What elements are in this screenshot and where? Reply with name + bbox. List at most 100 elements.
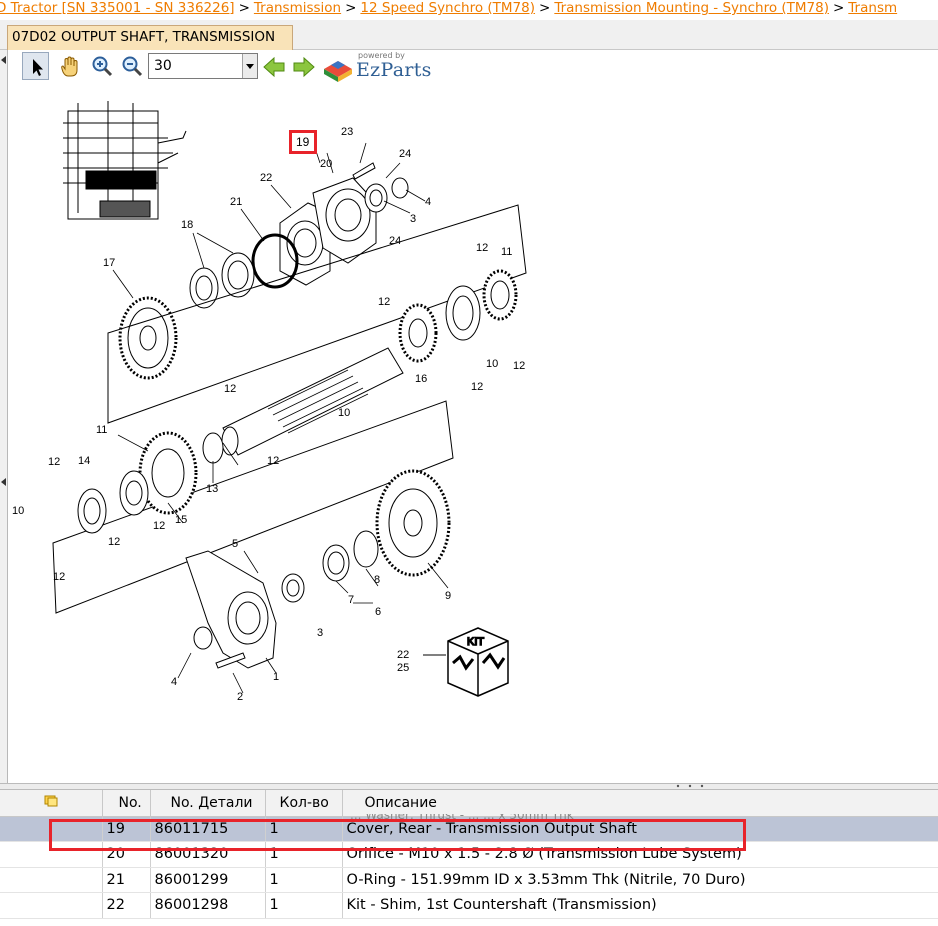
row-qty: 1 — [265, 892, 343, 919]
locator-thumbnail — [63, 101, 187, 220]
column-header-description[interactable]: Описание — [342, 790, 938, 817]
callout-12i[interactable]: 12 — [153, 520, 165, 532]
row-no: 20 — [102, 841, 151, 868]
callout-5[interactable]: 5 — [232, 538, 238, 550]
callout-4[interactable]: 4 — [425, 196, 431, 208]
pane-splitter[interactable] — [0, 783, 938, 790]
callout-4b[interactable]: 4 — [171, 676, 177, 688]
tab-output-shaft[interactable]: 07D02 OUTPUT SHAFT, TRANSMISSION — [7, 25, 293, 50]
callout-14[interactable]: 13 — [206, 483, 218, 495]
collapse-left-icon[interactable] — [1, 478, 6, 486]
callout-25[interactable]: 25 — [397, 662, 409, 674]
rear-cover-assembly — [279, 162, 409, 286]
callout-10b[interactable]: 12 — [48, 456, 60, 468]
zoom-out-icon — [122, 56, 143, 77]
synchro-10-11 — [445, 269, 518, 341]
table-header-row: No. No. Детали Кол-во Описание — [0, 790, 938, 817]
callout-2[interactable]: 2 — [237, 691, 243, 703]
callout-21[interactable]: 21 — [230, 196, 242, 208]
table-row[interactable]: 20 86001320 1 Orifice - M10 x 1.5 - 2.8 … — [0, 841, 938, 868]
callout-24b[interactable]: 24 — [389, 235, 401, 247]
callout-10a[interactable]: 10 — [486, 358, 498, 370]
splitter-grip-icon — [676, 784, 704, 788]
housing-1 — [185, 550, 277, 669]
breadcrumb-separator: > — [238, 0, 250, 16]
collapse-left-icon[interactable] — [1, 56, 6, 64]
row-qty: 1 — [265, 841, 343, 868]
bearing-18 — [189, 252, 255, 309]
table-row[interactable]: 21 86001299 1 O-Ring - 151.99mm ID x 3.5… — [0, 867, 938, 893]
callout-9[interactable]: 9 — [445, 590, 451, 602]
callout-23[interactable]: 23 — [341, 126, 353, 138]
select-tool-button[interactable] — [22, 52, 49, 80]
ezparts-name: EzParts — [356, 59, 432, 81]
pointer-icon — [33, 59, 43, 76]
left-collapse-bar[interactable] — [0, 50, 8, 785]
column-header-qty[interactable]: Кол-во — [265, 790, 343, 817]
viewer-toolbar: 30 powered by EzParts — [8, 50, 938, 83]
gear-17 — [118, 296, 178, 380]
breadcrumb-separator: > — [345, 0, 357, 16]
callout-12b[interactable]: 12 — [378, 296, 390, 308]
breadcrumb-separator: > — [832, 0, 845, 16]
callout-22b[interactable]: 22 — [397, 649, 409, 661]
callout-13[interactable]: 11 — [96, 424, 107, 436]
previous-button[interactable] — [260, 52, 287, 80]
row-description: Kit - Shim, 1st Countershaft (Transmissi… — [342, 892, 938, 919]
callout-3[interactable]: 3 — [410, 213, 416, 225]
column-header-flag[interactable] — [0, 790, 103, 817]
breadcrumb-link-tractor[interactable]: D Tractor [SN 335001 - SN 336226] — [0, 0, 235, 16]
chevron-down-icon[interactable] — [242, 54, 257, 78]
pan-tool-button[interactable] — [53, 52, 80, 80]
kit-icon: KIT — [447, 627, 509, 697]
callout-19[interactable]: 19 — [296, 135, 309, 149]
callout-11a[interactable]: 11 — [501, 246, 512, 258]
zoom-out-button[interactable] — [118, 52, 145, 80]
row-no: 21 — [102, 867, 151, 893]
parts-diagram[interactable]: KIT 23 24 20 24 3 4 22 21 18 17 12 11 12… — [8, 83, 938, 783]
zoom-in-icon — [92, 56, 113, 77]
callout-3b[interactable]: 3 — [317, 627, 323, 639]
kit-label: KIT — [467, 636, 484, 648]
callout-12f[interactable]: 12 — [267, 455, 279, 467]
callout-17[interactable]: 17 — [103, 257, 115, 269]
breadcrumb-link-12-speed[interactable]: 12 Speed Synchro (TM78) — [360, 0, 535, 16]
ezparts-logo: powered by EzParts — [321, 51, 431, 83]
callout-12h[interactable]: 10 — [12, 505, 24, 517]
callout-19-highlight[interactable]: 19 — [289, 130, 317, 154]
callout-22[interactable]: 22 — [260, 172, 272, 184]
gear-16 — [398, 303, 438, 363]
ezparts-logo-icon — [324, 61, 352, 82]
tab-strip: 07D02 OUTPUT SHAFT, TRANSMISSION — [0, 20, 938, 50]
callout-24[interactable]: 24 — [399, 148, 411, 160]
callout-12j[interactable]: 12 — [53, 571, 65, 583]
gear-9 — [281, 469, 451, 603]
callout-12d[interactable]: 12 — [513, 360, 525, 372]
breadcrumb-separator: > — [539, 0, 551, 16]
column-header-part-number[interactable]: No. Детали — [150, 790, 266, 817]
table-row[interactable]: 22 86001298 1 Kit - Shim, 1st Countersha… — [0, 892, 938, 919]
zoom-level-select[interactable]: 30 — [148, 53, 258, 79]
callout-7[interactable]: 7 — [348, 594, 354, 606]
row-flag-cell — [0, 867, 103, 893]
zoom-in-button[interactable] — [88, 52, 115, 80]
callout-12g[interactable]: 14 — [78, 455, 90, 467]
callout-6[interactable]: 6 — [375, 606, 381, 618]
callout-12c[interactable]: 12 — [471, 381, 483, 393]
breadcrumb-link-transm[interactable]: Transm — [848, 0, 897, 16]
next-button[interactable] — [289, 52, 316, 80]
callout-12k[interactable]: 12 — [108, 536, 120, 548]
partial-row-text: ... Washer, Thrust - ... ... x 50mm Thk — [350, 814, 574, 820]
callout-16[interactable]: 16 — [415, 373, 427, 385]
breadcrumb-link-transmission[interactable]: Transmission — [254, 0, 341, 16]
callout-11b[interactable]: 10 — [338, 407, 350, 419]
row-part-number: 86001299 — [150, 867, 266, 893]
callout-18[interactable]: 18 — [181, 219, 193, 231]
zoom-level-value: 30 — [154, 58, 172, 74]
parts-table: No. No. Детали Кол-во Описание 19 860117… — [0, 790, 938, 926]
exploded-view-drawing: KIT 23 24 20 24 3 4 22 21 18 17 12 11 12… — [12, 101, 527, 703]
breadcrumb-link-mounting[interactable]: Transmission Mounting - Synchro (TM78) — [554, 0, 829, 16]
callout-12e[interactable]: 12 — [224, 383, 236, 395]
column-header-no[interactable]: No. — [102, 790, 151, 817]
callout-12a[interactable]: 12 — [476, 242, 488, 254]
